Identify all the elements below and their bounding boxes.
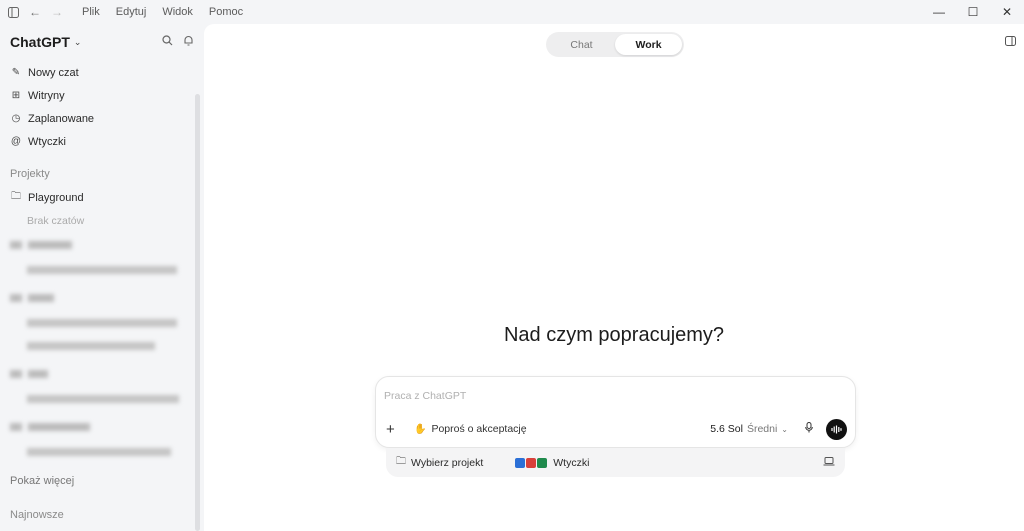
no-chats-label: Brak czatów	[27, 214, 85, 227]
forward-arrow-icon[interactable]: →	[46, 1, 68, 23]
blurred-chat[interactable]	[0, 440, 204, 463]
menu-bar: Plik Edytuj Widok Pomoc	[74, 6, 251, 18]
waveform-icon	[831, 425, 842, 433]
sidebar-item-label: Wtyczki	[28, 135, 66, 148]
mode-toggle: Chat Work	[546, 32, 684, 57]
microphone-icon[interactable]	[802, 422, 816, 436]
sidebar-item-label: Nowy czat	[28, 66, 79, 79]
word-plugin-icon	[515, 457, 526, 468]
blurred-group[interactable]	[0, 361, 204, 387]
model-effort: Średni	[746, 423, 778, 435]
close-icon[interactable]: ✕	[990, 0, 1024, 24]
menu-view[interactable]: Widok	[154, 6, 201, 18]
search-icon[interactable]	[162, 35, 173, 49]
model-name: 5.6 Sol	[710, 423, 743, 435]
folder-icon: 🗀	[11, 191, 21, 202]
approval-label: Poproś o akceptację	[431, 423, 527, 435]
approval-mode-button[interactable]: ✋ Poproś o akceptację	[414, 423, 527, 435]
sidebar-scrollbar[interactable]	[195, 94, 200, 531]
folder-icon: 🗀	[396, 456, 406, 467]
folder-icon	[10, 241, 22, 249]
projects-heading: Projekty	[10, 168, 50, 180]
blurred-chat[interactable]	[0, 334, 204, 357]
sidebar-item-scheduled[interactable]: ◷ Zaplanowane	[0, 107, 204, 130]
menu-file[interactable]: Plik	[74, 6, 108, 18]
app-brand[interactable]: ChatGPT	[10, 34, 70, 50]
sidebar-item-new-chat[interactable]: ✎ Nowy czat	[0, 61, 204, 84]
tab-work[interactable]: Work	[615, 34, 682, 55]
sidebar-item-label: Zaplanowane	[28, 112, 95, 125]
blurred-group[interactable]	[0, 414, 204, 440]
plugins-label: Wtyczki	[553, 456, 590, 469]
blurred-group[interactable]	[0, 232, 204, 258]
sidebar-item-label: Witryny	[28, 89, 65, 102]
menu-edit[interactable]: Edytuj	[108, 6, 155, 18]
grid-icon: ⊞	[11, 90, 21, 101]
title-bar: ← → Plik Edytuj Widok Pomoc — ☐ ✕	[0, 0, 1024, 24]
chevron-down-icon[interactable]: ⌄	[74, 37, 82, 48]
window-controls: — ☐ ✕	[922, 0, 1024, 24]
page-headline: Nad czym popracujemy?	[503, 324, 725, 346]
composer: + ✋ Poproś o akceptację 5.6 Sol Średni ⌄	[375, 376, 856, 448]
composer-subbar: 🗀 Wybierz projekt Wtyczki	[386, 448, 845, 477]
voice-mode-button[interactable]	[826, 418, 847, 440]
plus-icon[interactable]: +	[386, 421, 400, 438]
main-panel: Chat Work Nad czym popracujemy? + ✋ Popr…	[204, 24, 1024, 531]
edit-icon: ✎	[11, 67, 21, 78]
sidebar-toggle-icon[interactable]	[2, 1, 24, 23]
project-picker-label: Wybierz projekt	[411, 456, 484, 469]
sidebar-item-plugins[interactable]: @ Wtyczki	[0, 130, 204, 153]
blurred-group[interactable]	[0, 285, 204, 311]
blurred-chat[interactable]	[0, 387, 204, 410]
hand-icon: ✋	[414, 423, 427, 435]
back-arrow-icon[interactable]: ←	[24, 1, 46, 23]
maximize-icon[interactable]: ☐	[956, 0, 990, 24]
at-icon: @	[10, 136, 22, 147]
chevron-down-icon: ⌄	[781, 424, 788, 434]
sidebar-item-sites[interactable]: ⊞ Witryny	[0, 84, 204, 107]
clock-icon: ◷	[11, 113, 21, 124]
tab-chat[interactable]: Chat	[548, 34, 615, 55]
project-label: Playground	[28, 191, 84, 204]
project-picker-button[interactable]: 🗀 Wybierz projekt	[396, 454, 483, 471]
folder-icon	[10, 370, 22, 378]
pdf-plugin-icon	[526, 457, 537, 468]
sidebar-header: ChatGPT ⌄	[0, 24, 204, 60]
recent-heading: Najnowsze	[10, 509, 64, 521]
composer-toolbar: + ✋ Poproś o akceptację 5.6 Sol Średni ⌄	[386, 418, 847, 440]
excel-plugin-icon	[537, 457, 548, 468]
model-selector[interactable]: 5.6 Sol Średni ⌄	[710, 423, 788, 435]
folder-icon	[10, 423, 22, 431]
prompt-input[interactable]	[384, 387, 824, 405]
menu-help[interactable]: Pomoc	[201, 6, 251, 18]
side-panel-icon[interactable]	[1005, 36, 1016, 49]
laptop-icon[interactable]	[823, 456, 835, 469]
show-more-link[interactable]: Pokaż więcej	[0, 469, 204, 493]
project-item-playground[interactable]: 🗀 Playground	[0, 186, 204, 209]
blurred-chat[interactable]	[0, 311, 204, 334]
sidebar: ChatGPT ⌄ ✎ Nowy czat ⊞ Witryny ◷ Zaplan…	[0, 24, 204, 531]
blurred-chat[interactable]	[0, 258, 204, 281]
bell-icon[interactable]	[183, 35, 194, 49]
minimize-icon[interactable]: —	[922, 0, 956, 24]
plugins-button[interactable]: Wtyczki	[515, 457, 589, 469]
folder-icon	[10, 294, 22, 302]
